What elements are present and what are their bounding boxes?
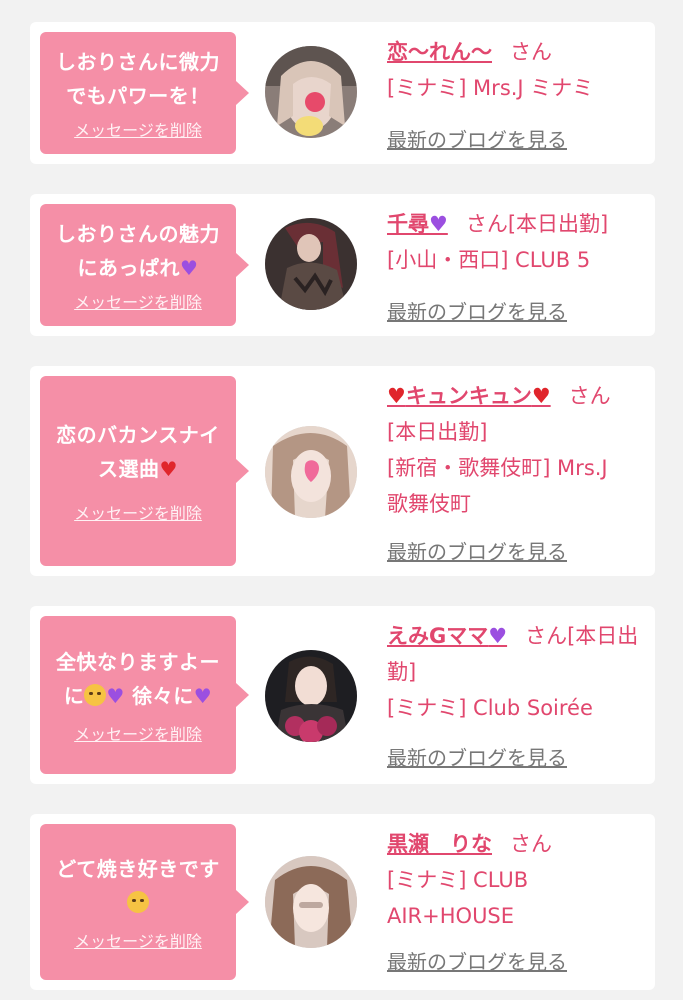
- sender-name-link[interactable]: えみGママ♥: [387, 624, 507, 648]
- sender-name-link[interactable]: 恋〜れん〜: [387, 40, 492, 64]
- red-heart-icon: ♥: [531, 384, 551, 408]
- honorific: さん: [510, 832, 552, 856]
- message-bubble: しおりさんの魅力 にあっぱれ♥ メッセージを削除: [40, 204, 249, 326]
- message-text: しおりさんの魅力 にあっぱれ♥: [56, 222, 220, 280]
- message-text: 全快なりますよー に ♥ 徐々に♥: [56, 650, 220, 708]
- purple-heart-icon: ♥: [180, 256, 199, 280]
- sender-info: 黒瀬 りな さん [ミナミ] CLUB AIR+HOUSE: [387, 826, 649, 934]
- sender-name-link[interactable]: 黒瀬 りな: [387, 832, 492, 856]
- smiling-face-with-hearts-icon: [126, 891, 149, 913]
- purple-heart-icon: ♥: [429, 212, 448, 236]
- honorific: さん: [568, 384, 611, 408]
- latest-blog-link[interactable]: 最新のブログを見る: [387, 124, 567, 153]
- sender-name-link[interactable]: ♥キュンキュン♥: [387, 384, 551, 408]
- avatar[interactable]: [265, 650, 357, 742]
- avatar[interactable]: [265, 426, 357, 518]
- latest-blog-link[interactable]: 最新のブログを見る: [387, 946, 567, 975]
- latest-blog-link[interactable]: 最新のブログを見る: [387, 742, 567, 771]
- message-bubble: 恋のバカンスナイ ス選曲♥ メッセージを削除: [40, 376, 249, 566]
- red-heart-icon: ♥: [159, 457, 178, 481]
- shop-name: [小山・西口] CLUB 5: [387, 248, 591, 272]
- message-card: 恋のバカンスナイ ス選曲♥ メッセージを削除 ♥キュンキュン♥ さん [本日出勤]…: [30, 366, 655, 576]
- honorific: さん: [510, 40, 552, 64]
- delete-message-link[interactable]: メッセージを削除: [74, 928, 202, 952]
- avatar[interactable]: [265, 218, 357, 310]
- sender-info: ♥キュンキュン♥ さん [本日出勤] [新宿・歌舞伎町] Mrs.J 歌舞伎町: [387, 378, 649, 522]
- sender-info: 恋〜れん〜 さん [ミナミ] Mrs.J ミナミ: [387, 34, 649, 106]
- sender-name-link[interactable]: 千尋♥: [387, 212, 448, 236]
- message-card: しおりさんの魅力 にあっぱれ♥ メッセージを削除 千尋♥ さん[本日出勤] [小山…: [30, 194, 655, 336]
- two-hearts-icon: ♥: [106, 684, 125, 708]
- avatar[interactable]: [265, 856, 357, 948]
- message-bubble: 全快なりますよー に ♥ 徐々に♥ メッセージを削除: [40, 616, 249, 774]
- two-hearts-icon: ♥: [193, 684, 213, 708]
- smiling-face-with-hearts-icon: [84, 684, 107, 706]
- message-text: どて焼き好きです: [48, 852, 228, 920]
- delete-message-link[interactable]: メッセージを削除: [74, 721, 202, 745]
- shop-name: [ミナミ] Club Soirée: [387, 696, 593, 720]
- sender-info: えみGママ♥ さん[本日出勤] [ミナミ] Club Soirée: [387, 618, 649, 726]
- shop-name: [ミナミ] Mrs.J ミナミ: [387, 76, 594, 100]
- message-text: しおりさんに微力 でもパワーを！: [56, 50, 220, 108]
- message-card: 全快なりますよー に ♥ 徐々に♥ メッセージを削除 えみGママ♥ さん[本日出勤]…: [30, 606, 655, 784]
- message-card: どて焼き好きです メッセージを削除 黒瀬 りな さん [ミナミ] CLUB AIR…: [30, 814, 655, 990]
- sender-info: 千尋♥ さん[本日出勤] [小山・西口] CLUB 5: [387, 206, 649, 278]
- status-badge: [本日出勤]: [507, 212, 609, 236]
- honorific: さん: [525, 624, 568, 648]
- honorific: さん: [465, 212, 508, 236]
- shop-name: [新宿・歌舞伎町] Mrs.J 歌舞伎町: [387, 456, 608, 516]
- delete-message-link[interactable]: メッセージを削除: [74, 500, 202, 524]
- red-heart-icon: ♥: [387, 384, 406, 408]
- two-hearts-icon: ♥: [488, 624, 508, 648]
- message-card: しおりさんに微力 でもパワーを！ メッセージを削除 恋〜れん〜 さん [ミナミ] …: [30, 22, 655, 164]
- delete-message-link[interactable]: メッセージを削除: [74, 289, 202, 313]
- delete-message-link[interactable]: メッセージを削除: [74, 117, 202, 141]
- message-bubble: どて焼き好きです メッセージを削除: [40, 824, 249, 980]
- message-text: 恋のバカンスナイ ス選曲♥: [56, 423, 220, 481]
- latest-blog-link[interactable]: 最新のブログを見る: [387, 536, 567, 565]
- avatar[interactable]: [265, 46, 357, 138]
- status-badge: [本日出勤]: [387, 420, 488, 444]
- shop-name: [ミナミ] CLUB AIR+HOUSE: [387, 868, 529, 928]
- latest-blog-link[interactable]: 最新のブログを見る: [387, 296, 567, 325]
- message-bubble: しおりさんに微力 でもパワーを！ メッセージを削除: [40, 32, 249, 154]
